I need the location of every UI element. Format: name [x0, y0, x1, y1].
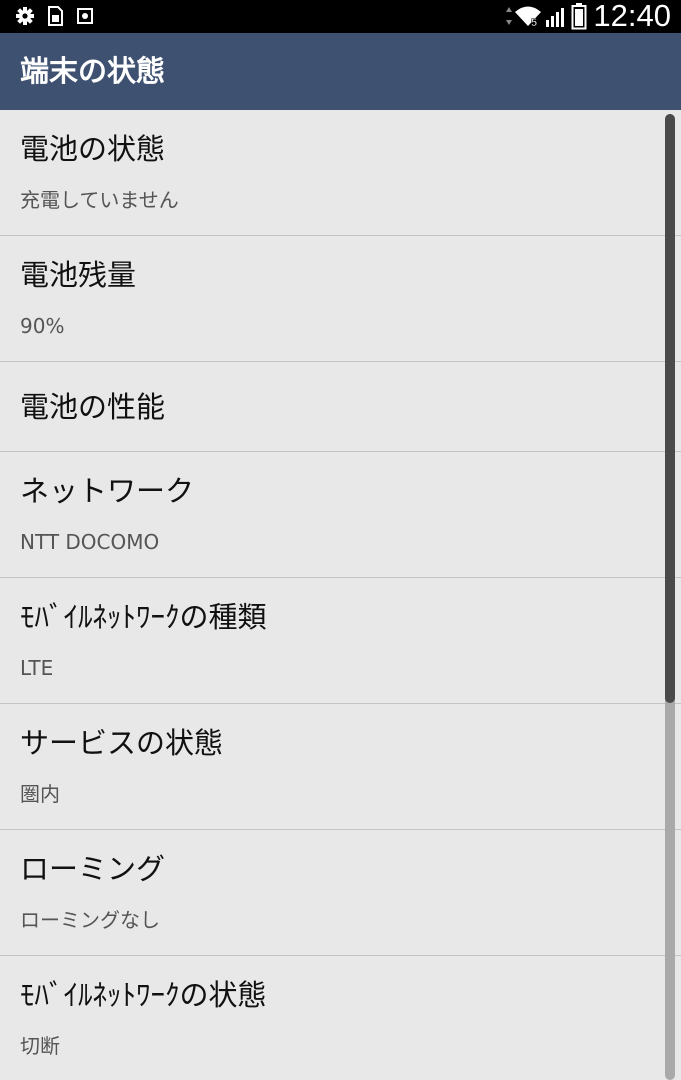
screenshot-icon — [74, 5, 96, 27]
list-item-title: ネットワーク — [20, 474, 195, 508]
action-bar: 端末の状態 — [0, 33, 681, 110]
clock: 12:40 — [593, 0, 671, 33]
status-list[interactable]: 電池の状態 充電していません 電池残量 90% 電池の性能 ネットワーク NTT… — [0, 110, 681, 1080]
list-item-network[interactable]: ネットワーク NTT DOCOMO — [0, 452, 681, 578]
status-bar: 5 12:40 — [0, 0, 681, 33]
list-item-summary: LTE — [20, 656, 54, 680]
wifi-icon: 5 — [514, 4, 542, 29]
signal-strength-icon — [545, 6, 567, 28]
list-item-battery-performance[interactable]: 電池の性能 — [0, 362, 681, 452]
list-item-service-state[interactable]: サービスの状態 圏内 — [0, 704, 681, 830]
scrollbar-thumb[interactable] — [665, 114, 675, 703]
list-item-summary: 圏内 — [20, 782, 60, 806]
wifi-badge: 5 — [531, 17, 537, 28]
list-item-title: 電池の状態 — [20, 132, 166, 166]
list-item-roaming[interactable]: ローミング ローミングなし — [0, 830, 681, 956]
list-item-battery-status[interactable]: 電池の状態 充電していません — [0, 110, 681, 236]
list-item-battery-level[interactable]: 電池残量 90% — [0, 236, 681, 362]
list-item-mobile-network-type[interactable]: ﾓﾊﾞｲﾙﾈｯﾄﾜｰｸの種類 LTE — [0, 578, 681, 704]
list-item-title: ローミング — [20, 852, 166, 886]
list-item-title: ﾓﾊﾞｲﾙﾈｯﾄﾜｰｸの状態 — [20, 978, 267, 1012]
list-item-summary: 切断 — [20, 1034, 60, 1058]
list-item-mobile-network-state[interactable]: ﾓﾊﾞｲﾙﾈｯﾄﾜｰｸの状態 切断 — [0, 956, 681, 1080]
list-item-title: 電池の性能 — [20, 390, 166, 424]
list-item-summary: 充電していません — [20, 188, 179, 212]
data-activity-icon — [505, 6, 513, 26]
list-item-title: ﾓﾊﾞｲﾙﾈｯﾄﾜｰｸの種類 — [20, 600, 267, 634]
list-item-title: 電池残量 — [20, 258, 137, 292]
page-title: 端末の状態 — [20, 54, 166, 88]
sim-card-icon — [44, 5, 66, 27]
battery-icon — [571, 2, 587, 30]
list-item-title: サービスの状態 — [20, 726, 224, 760]
list-item-summary: ローミングなし — [20, 908, 160, 932]
gear-icon — [14, 5, 36, 27]
list-item-summary: 90% — [20, 314, 65, 338]
list-item-summary: NTT DOCOMO — [20, 530, 160, 554]
